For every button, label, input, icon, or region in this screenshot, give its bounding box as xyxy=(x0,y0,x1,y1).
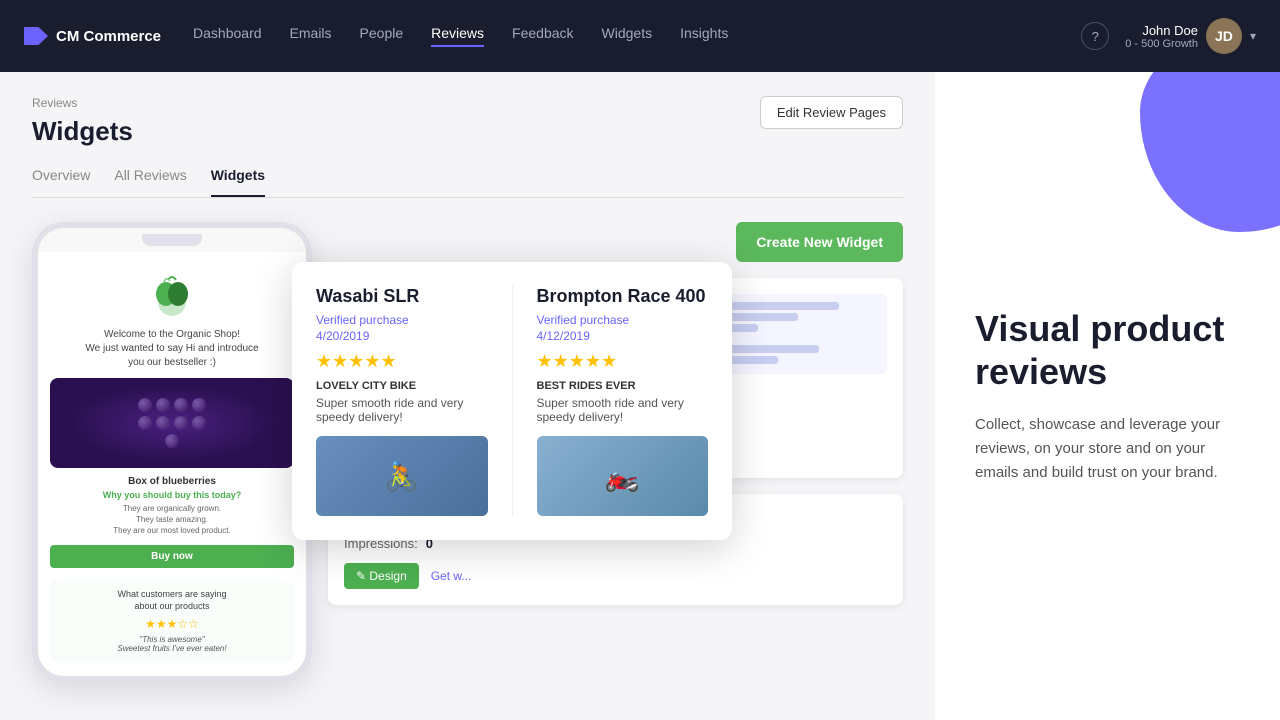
phone-desc-3: They are our most loved product. xyxy=(50,525,294,536)
review-text-1: Super smooth ride and very speedy delive… xyxy=(316,396,488,424)
review-verified-1: Verified purchase xyxy=(316,313,488,327)
purple-decoration xyxy=(1140,72,1280,232)
nav-right: ? John Doe 0 - 500 Growth JD ▾ xyxy=(1081,18,1256,54)
nav-logo[interactable]: CM Commerce xyxy=(24,27,161,45)
phone-logo xyxy=(148,272,196,320)
phone-product-image xyxy=(50,378,294,468)
right-panel: Visual product reviews Collect, showcase… xyxy=(935,72,1280,720)
phone-content: Welcome to the Organic Shop!We just want… xyxy=(38,252,306,673)
user-name: John Doe xyxy=(1125,23,1198,38)
review-photo-1: 🚴 xyxy=(316,436,488,516)
navbar: CM Commerce Dashboard Emails People Revi… xyxy=(0,0,1280,72)
tab-all-reviews[interactable]: All Reviews xyxy=(114,167,186,197)
review-headline-1: LOVELY CITY BIKE xyxy=(316,380,488,392)
cm-commerce-icon xyxy=(24,27,48,45)
nav-link-people[interactable]: People xyxy=(360,25,404,47)
panel-description: Collect, showcase and leverage your revi… xyxy=(975,413,1240,485)
tab-widgets[interactable]: Widgets xyxy=(211,167,265,197)
chevron-down-icon: ▾ xyxy=(1250,29,1256,43)
review-image-1: 🚴 xyxy=(316,436,488,516)
user-menu[interactable]: John Doe 0 - 500 Growth JD ▾ xyxy=(1125,18,1256,54)
review-image-2: 🏍️ xyxy=(537,436,709,516)
review-product-name-2: Brompton Race 400 xyxy=(537,286,709,307)
design-button[interactable]: ✎ Design xyxy=(344,563,419,589)
user-info: John Doe 0 - 500 Growth xyxy=(1125,23,1198,50)
tabs-bar: Overview All Reviews Widgets xyxy=(32,167,903,198)
phone-notch xyxy=(142,234,202,246)
phone-greeting: Welcome to the Organic Shop!We just want… xyxy=(50,328,294,370)
nav-links: Dashboard Emails People Reviews Feedback… xyxy=(193,25,1081,47)
create-new-widget-button[interactable]: Create New Widget xyxy=(736,222,903,262)
phone-desc-1: They are organically grown. xyxy=(50,503,294,514)
review-date-1: 4/20/2019 xyxy=(316,329,488,343)
phone-reviews-section: What customers are sayingabout our produ… xyxy=(50,580,294,661)
phone-reviews-title: What customers are sayingabout our produ… xyxy=(58,588,286,613)
tab-overview[interactable]: Overview xyxy=(32,167,90,197)
phone-review-quote: "This is awesome" xyxy=(58,635,286,644)
blueberry-dots xyxy=(137,398,207,448)
phone-mockup: Welcome to the Organic Shop!We just want… xyxy=(32,222,312,682)
phone-review-author: Sweetest fruits I've ever eaten! xyxy=(58,644,286,653)
bottom-row: ✎ Design Get w... xyxy=(344,563,887,589)
nav-logo-text: CM Commerce xyxy=(56,28,161,45)
user-plan: 0 - 500 Growth xyxy=(1125,38,1198,50)
review-stars-2: ★★★★★ xyxy=(537,351,709,372)
review-overlay: Wasabi SLR Verified purchase 4/20/2019 ★… xyxy=(292,262,732,540)
avatar[interactable]: JD xyxy=(1206,18,1242,54)
widgets-layout: Welcome to the Organic Shop!We just want… xyxy=(32,222,903,682)
blueberry-visual xyxy=(50,378,294,468)
review-card-2: Brompton Race 400 Verified purchase 4/12… xyxy=(537,286,709,516)
get-widget-link[interactable]: Get w... xyxy=(431,569,472,583)
panel-title: Visual product reviews xyxy=(975,307,1240,393)
help-button[interactable]: ? xyxy=(1081,22,1109,50)
phone-product-name: Box of blueberries xyxy=(50,476,294,487)
review-headline-2: BEST RIDES EVER xyxy=(537,380,709,392)
main-container: Reviews Widgets Edit Review Pages Overvi… xyxy=(0,72,1280,720)
phone-buy-button[interactable]: Buy now xyxy=(50,545,294,568)
review-stars-1: ★★★★★ xyxy=(316,351,488,372)
phone-desc-2: They taste amazing. xyxy=(50,514,294,525)
review-card-1: Wasabi SLR Verified purchase 4/20/2019 ★… xyxy=(316,286,488,516)
review-product-name-1: Wasabi SLR xyxy=(316,286,488,307)
review-divider xyxy=(512,286,513,516)
content-area: Reviews Widgets Edit Review Pages Overvi… xyxy=(0,72,935,720)
nav-link-insights[interactable]: Insights xyxy=(680,25,728,47)
nav-link-dashboard[interactable]: Dashboard xyxy=(193,25,262,47)
edit-review-pages-button[interactable]: Edit Review Pages xyxy=(760,96,903,129)
nav-link-widgets[interactable]: Widgets xyxy=(602,25,653,47)
phone-status-bar xyxy=(38,228,306,252)
review-text-2: Super smooth ride and very speedy delive… xyxy=(537,396,709,424)
nav-link-reviews[interactable]: Reviews xyxy=(431,25,484,47)
phone-why: Why you should buy this today? xyxy=(50,490,294,500)
review-photo-2: 🏍️ xyxy=(537,436,709,516)
review-date-2: 4/12/2019 xyxy=(537,329,709,343)
phone-rating-stars: ★★★☆☆ xyxy=(58,617,286,631)
nav-link-feedback[interactable]: Feedback xyxy=(512,25,573,47)
nav-link-emails[interactable]: Emails xyxy=(290,25,332,47)
review-verified-2: Verified purchase xyxy=(537,313,709,327)
